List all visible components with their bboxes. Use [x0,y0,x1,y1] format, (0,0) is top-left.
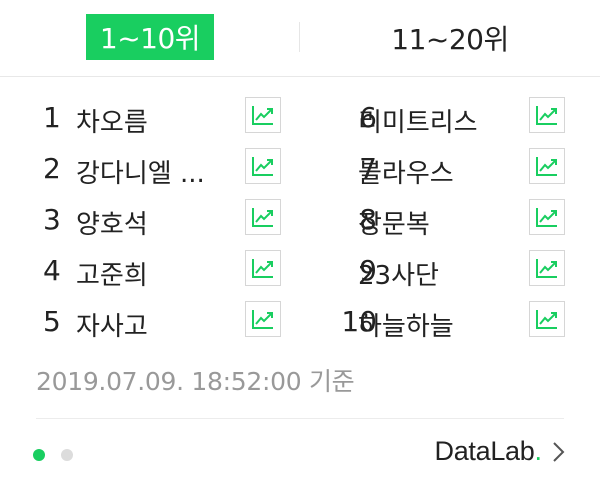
trend-chart-button[interactable] [529,199,565,235]
trend-chart-button[interactable] [529,97,565,133]
trend-chart-button[interactable] [245,250,281,286]
trend-chart-button[interactable] [245,301,281,337]
trend-chart-icon [536,208,557,227]
ranking-item: 9 23사단 [300,246,600,297]
keyword-link[interactable]: 고준희 [76,255,148,292]
page-dot-2[interactable] [61,449,73,461]
trend-chart-icon [536,106,557,125]
rank-number: 2 [43,152,61,185]
trend-chart-icon [252,310,273,329]
ranking-item: 1 차오름 [0,93,300,144]
keyword-link[interactable]: 차오름 [76,102,148,139]
ranking-column-left: 1 차오름 2 강다니엘 ... 3 양호석 4 고준희 5 자사고 [0,93,300,348]
trend-chart-icon [536,310,557,329]
keyword-link[interactable]: 블라우스 [358,153,454,190]
ranking-item: 3 양호석 [0,195,300,246]
trend-chart-button[interactable] [245,199,281,235]
ranking-column-right: 6 리미트리스 7 블라우스 8 장문복 9 23사단 10 하늘하늘 [300,93,600,348]
ranking-item: 6 리미트리스 [300,93,600,144]
keyword-link[interactable]: 강다니엘 ... [76,153,205,190]
trend-chart-icon [252,157,273,176]
rank-number: 5 [43,305,61,338]
trend-chart-icon [252,259,273,278]
trend-chart-icon [536,157,557,176]
keyword-link[interactable]: 하늘하늘 [358,306,454,343]
datalab-dot: . [534,436,542,466]
rank-number: 4 [43,254,61,287]
rank-number: 3 [43,203,61,236]
tab-rank-1-10-label: 1~10위 [85,14,215,60]
chevron-right-icon [552,440,566,464]
ranking-item: 8 장문복 [300,195,600,246]
keyword-link[interactable]: 자사고 [76,306,148,343]
trend-chart-button[interactable] [245,148,281,184]
trend-chart-button[interactable] [245,97,281,133]
ranking-item: 7 블라우스 [300,144,600,195]
rank-number: 1 [43,101,61,134]
datalab-link[interactable]: DataLab. [435,436,567,467]
ranking-item: 2 강다니엘 ... [0,144,300,195]
ranking-item: 4 고준희 [0,246,300,297]
page-indicator [33,449,73,461]
trend-chart-icon [252,106,273,125]
divider [36,418,564,419]
tab-rank-1-10[interactable]: 1~10위 [0,0,300,76]
ranking-timestamp: 2019.07.09. 18:52:00 기준 [36,367,355,396]
trend-chart-icon [536,259,557,278]
trend-chart-button[interactable] [529,250,565,286]
keyword-link[interactable]: 23사단 [358,255,439,292]
tab-rank-11-20-label: 11~20위 [391,23,509,56]
trend-chart-icon [252,208,273,227]
keyword-link[interactable]: 장문복 [358,204,430,241]
trend-chart-button[interactable] [529,301,565,337]
ranking-item: 5 자사고 [0,297,300,348]
trend-chart-button[interactable] [529,148,565,184]
datalab-label: DataLab [434,436,535,466]
keyword-link[interactable]: 리미트리스 [358,102,478,139]
ranking-item: 10 하늘하늘 [300,297,600,348]
tab-rank-11-20[interactable]: 11~20위 [300,0,600,76]
rank-tabs: 1~10위 11~20위 [0,0,600,77]
page-dot-1[interactable] [33,449,45,461]
keyword-link[interactable]: 양호석 [76,204,148,241]
